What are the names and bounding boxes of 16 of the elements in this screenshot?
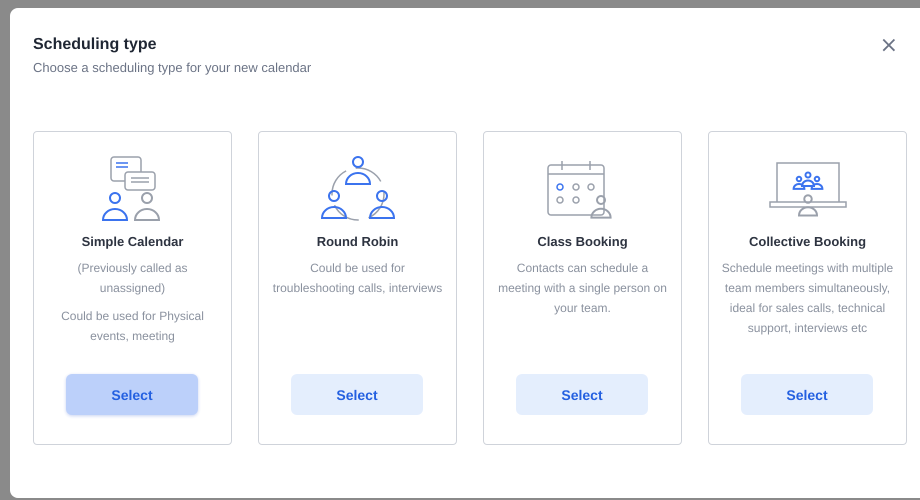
card-title: Simple Calendar bbox=[82, 234, 184, 249]
select-button[interactable]: Select bbox=[516, 374, 648, 415]
select-button[interactable]: Select bbox=[66, 374, 198, 415]
card-description: Contacts can schedule a meeting with a single person on your team. bbox=[497, 260, 668, 317]
select-button[interactable]: Select bbox=[741, 374, 873, 415]
card-description: (Previously called as unassigned) bbox=[76, 260, 189, 297]
card-title: Class Booking bbox=[537, 234, 628, 249]
card-description: Schedule meetings with multiple team members simultaneously, ideal for sales calls, technical support, interviews etc bbox=[720, 260, 894, 337]
close-button[interactable]: × bbox=[880, 36, 898, 56]
card-title: Round Robin bbox=[316, 234, 398, 249]
card-title: Collective Booking bbox=[748, 234, 866, 249]
card-description: Could be used for troubleshooting calls, interviews bbox=[272, 260, 444, 297]
dialog-title: Scheduling type bbox=[33, 36, 158, 54]
select-button[interactable]: Select bbox=[291, 374, 423, 415]
card-description: Could be used for Physical events, meeting bbox=[60, 308, 205, 345]
dialog-subtitle: Choose a scheduling type for your new calendar bbox=[33, 60, 312, 75]
